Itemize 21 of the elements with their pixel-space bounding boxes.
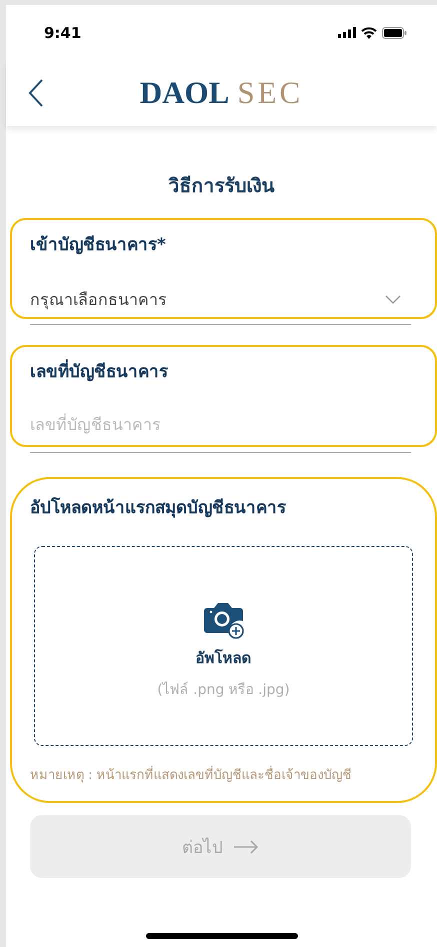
back-icon[interactable]	[28, 78, 44, 108]
upload-label: อัพโหลด	[196, 648, 252, 669]
arrow-right-icon	[233, 840, 259, 854]
chevron-down-icon	[385, 295, 401, 304]
field-label: เลขที่บัญชีธนาคาร	[30, 357, 437, 384]
section-heading: อัปโหลดหน้าแรกสมุดบัญชีธนาคาร	[30, 496, 287, 520]
upload-area[interactable]: อัพโหลด (ไฟล์ .png หรือ .jpg)	[34, 546, 413, 746]
battery-icon	[382, 26, 407, 38]
camera-add-icon	[202, 602, 246, 640]
logo-text: SEC	[237, 75, 304, 111]
note-text: หมายเหตุ : หน้าแรกที่แสดงเลขที่บัญชีและชื่อเจ้าของบัญชี	[30, 764, 415, 785]
file-type-hint: (ไฟล์ .png หรือ .jpg)	[157, 680, 290, 700]
signal-icon	[338, 27, 356, 38]
account-number-field[interactable]: เลขที่บัญชีธนาคาร	[30, 384, 411, 453]
status-time: 9:41	[44, 24, 82, 42]
account-number-input[interactable]: เลขที่บัญชีธนาคาร	[30, 408, 411, 440]
field-label: เข้าบัญชีธนาคาร*	[30, 234, 167, 257]
page-title: วิธีการรับเงิน	[168, 174, 276, 199]
bank-select[interactable]: กรุณาเลือกธนาคาร	[30, 287, 411, 325]
logo-text: DAOL	[140, 75, 230, 111]
wifi-icon	[361, 26, 377, 38]
